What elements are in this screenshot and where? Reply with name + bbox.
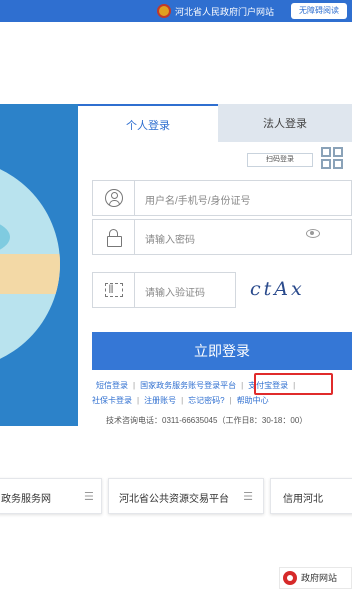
login-button[interactable]: 立即登录: [92, 332, 352, 370]
tab-personal-login[interactable]: 个人登录: [78, 104, 218, 142]
accessible-reading-button[interactable]: 无障碍阅读: [291, 3, 347, 19]
national-gov-account-login-link[interactable]: 国家政务服务账号登录平台: [140, 381, 236, 390]
service-card-public-resource-trading[interactable]: 河北省公共资源交易平台 ☰: [108, 478, 264, 514]
forgot-password-link[interactable]: 忘记密码?: [188, 396, 224, 405]
hero-illustration: [0, 159, 60, 369]
highlight-box: [254, 373, 333, 395]
username-placeholder: 用户名/手机号/身份证号: [145, 196, 251, 207]
user-icon: [104, 189, 123, 207]
site-title[interactable]: 河北省人民政府门户网站: [175, 5, 274, 18]
tab-corporate-login[interactable]: 法人登录: [218, 104, 352, 142]
service-card-credit-hebei[interactable]: 信用河北: [270, 478, 352, 514]
qr-code-icon[interactable]: [321, 147, 343, 169]
service-label: 政务服务网: [1, 494, 51, 505]
captcha-scan-icon: [104, 283, 123, 297]
show-password-eye-icon[interactable]: [306, 229, 320, 238]
username-field[interactable]: 用户名/手机号/身份证号: [92, 180, 352, 216]
captcha-text: ctAx: [250, 278, 305, 300]
service-label: 河北省公共资源交易平台: [119, 494, 229, 505]
register-account-link[interactable]: 注册账号: [144, 396, 176, 405]
top-bar: 河北省人民政府门户网站 无障碍阅读: [0, 0, 352, 22]
menu-icon: ☰: [84, 491, 94, 503]
tech-support-text: 技术咨询电话：0311-66635045（工作日8：30-18：00）: [106, 416, 308, 425]
service-links: 政务服务网 ☰ 河北省公共资源交易平台 ☰ 信用河北: [0, 478, 352, 514]
gov-website-badge-label: 政府网站: [301, 573, 338, 583]
captcha-image[interactable]: ctAx: [244, 276, 340, 304]
lock-icon: [107, 229, 122, 247]
captcha-placeholder: 请输入验证码: [145, 288, 205, 299]
gov-website-badge[interactable]: 政府网站: [279, 567, 352, 589]
national-emblem-icon: [157, 4, 171, 18]
login-links-row-2: 社保卡登录 | 注册账号 | 忘记密码? | 帮助中心: [92, 396, 269, 405]
password-placeholder: 请输入密码: [145, 235, 195, 246]
gov-website-logo-icon: [283, 571, 297, 585]
help-center-link[interactable]: 帮助中心: [237, 396, 269, 405]
sms-login-link[interactable]: 短信登录: [96, 381, 128, 390]
service-label: 信用河北: [283, 494, 323, 505]
service-card-gov-services[interactable]: 政务服务网 ☰: [0, 478, 102, 514]
qr-login-link[interactable]: 扫码登录: [247, 153, 313, 167]
menu-icon: ☰: [243, 491, 253, 503]
captcha-field[interactable]: 请输入验证码: [92, 272, 236, 308]
social-security-card-login-link[interactable]: 社保卡登录: [92, 396, 132, 405]
